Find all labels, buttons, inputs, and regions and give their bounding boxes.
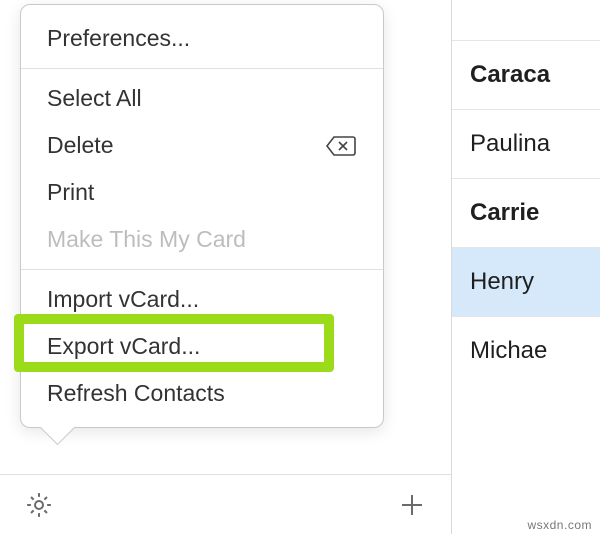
menu-export-vcard[interactable]: Export vCard... [21,323,383,370]
list-item[interactable]: Paulina [452,109,600,178]
menu-import-vcard[interactable]: Import vCard... [21,276,383,323]
app-window: Preferences... Select All Delete Print [0,0,600,534]
menu-print[interactable]: Print [21,169,383,216]
menu-delete[interactable]: Delete [21,122,383,169]
list-item[interactable]: Henry [452,247,600,316]
menu-label: Preferences... [47,25,190,52]
menu-separator [21,68,383,69]
menu-label: Refresh Contacts [47,380,225,407]
menu-label: Import vCard... [47,286,199,313]
menu-preferences[interactable]: Preferences... [21,15,383,62]
settings-popover: Preferences... Select All Delete Print [20,4,384,428]
add-contact-button[interactable] [393,486,431,524]
list-item[interactable]: Michae [452,316,600,385]
menu-label: Export vCard... [47,333,200,360]
menu-refresh-contacts[interactable]: Refresh Contacts [21,370,383,417]
contact-name: Carrie [470,199,539,226]
menu-select-all[interactable]: Select All [21,75,383,122]
contact-name: Paulina [470,130,550,157]
backspace-icon [325,135,357,157]
watermark: wsxdn.com [527,518,592,532]
left-pane: Preferences... Select All Delete Print [0,0,452,534]
menu-label: Delete [47,132,113,159]
gear-icon [24,490,54,520]
menu-label: Select All [47,85,142,112]
settings-button[interactable] [20,486,58,524]
contacts-list: Caraca Paulina Carrie Henry Michae [452,0,600,534]
contact-name: Henry [470,268,534,295]
bottom-toolbar [0,474,451,534]
contact-name: Caraca [470,61,550,88]
plus-icon [397,490,427,520]
menu-separator [21,269,383,270]
contact-name: Michae [470,337,547,364]
menu-label: Make This My Card [47,226,246,253]
list-item[interactable]: Carrie [452,178,600,247]
list-item[interactable]: Caraca [452,40,600,109]
menu-label: Print [47,179,94,206]
menu-make-my-card: Make This My Card [21,216,383,263]
